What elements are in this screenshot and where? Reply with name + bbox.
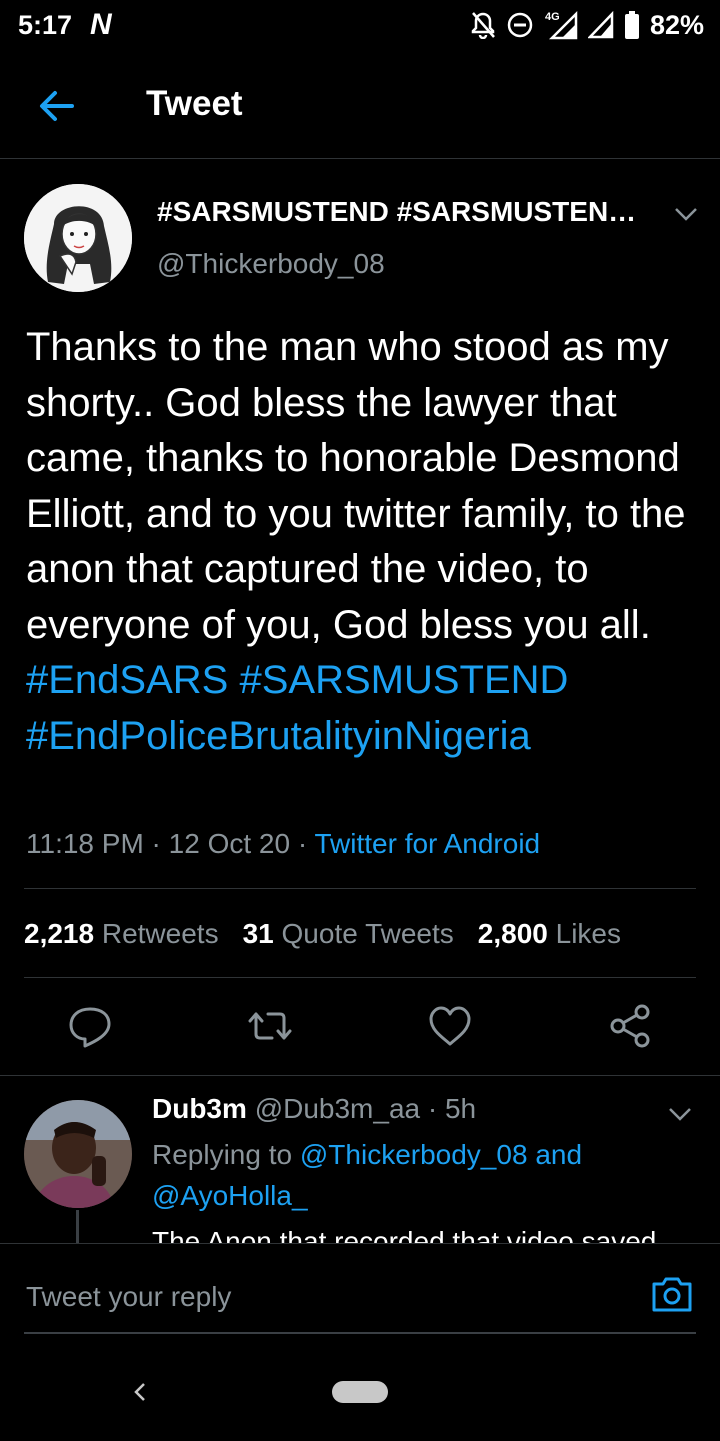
hashtag-link[interactable]: #SARSMUSTEND (239, 658, 568, 702)
retweets-label: Retweets (101, 918, 219, 949)
page-title: Tweet (146, 84, 243, 123)
chevron-down-icon[interactable] (672, 204, 700, 224)
do-not-disturb-icon (507, 12, 533, 38)
hashtag-link[interactable]: #EndSARS (26, 658, 228, 702)
reply-author-avatar[interactable] (24, 1100, 132, 1208)
app-header: Tweet (0, 52, 720, 159)
tweet-body: Thanks to the man who stood as my shorty… (26, 320, 696, 764)
share-icon[interactable] (604, 1000, 656, 1052)
reply-text: The Anon that recorded that video saved (152, 1226, 657, 1243)
nav-back-icon[interactable] (128, 1378, 152, 1406)
mention-link[interactable]: @Thickerbody_08 (300, 1139, 528, 1170)
status-icons: 4G 82% (470, 9, 704, 41)
battery-percent: 82% (649, 9, 704, 40)
status-bar: 5:17 N 4G 82% (0, 0, 720, 52)
meta-separator: · (143, 828, 169, 859)
composer-underline (24, 1332, 696, 1334)
mute-bell-icon (471, 12, 495, 39)
like-icon[interactable] (424, 1000, 476, 1052)
retweet-icon[interactable] (244, 1000, 296, 1052)
reply-icon[interactable] (64, 1000, 116, 1052)
reply-time: 5h (444, 1093, 477, 1124)
tweet-text: Thanks to the man who stood as my shorty… (26, 325, 686, 647)
reply-author-name[interactable]: Dub3m (152, 1093, 247, 1124)
svg-text:4G: 4G (545, 11, 560, 23)
nav-home-pill[interactable] (332, 1381, 388, 1403)
notification-n-icon: N (90, 8, 112, 41)
camera-icon[interactable] (650, 1274, 694, 1314)
quotes-label: Quote Tweets (281, 918, 454, 949)
battery-icon (624, 11, 639, 39)
divider (0, 1075, 720, 1076)
reply-author-handle[interactable]: @Dub3m_aa (255, 1093, 420, 1124)
meta-separator: · (290, 828, 315, 859)
author-display-name[interactable]: #SARSMUSTEND #SARSMUSTEN… (157, 196, 636, 228)
chevron-down-icon[interactable] (666, 1104, 694, 1124)
divider (24, 888, 696, 889)
tweet-date: 12 Oct 20 (168, 828, 291, 859)
reply-input[interactable] (24, 1266, 628, 1328)
signal-icon (587, 11, 614, 39)
signal-4g-icon: 4G (545, 10, 578, 40)
avatar-photo (24, 1100, 132, 1208)
retweets-stat[interactable]: 2,218 Retweets (24, 918, 219, 950)
tweet-meta: 11:18 PM · 12 Oct 20 · Twitter for Andro… (26, 828, 540, 860)
replying-prefix: Replying to (152, 1139, 293, 1170)
author-handle[interactable]: @Thickerbody_08 (157, 248, 385, 280)
likes-count: 2,800 (477, 918, 548, 949)
tweet-source-link[interactable]: Twitter for Android (314, 828, 540, 859)
mention-link[interactable]: @AyoHolla_ (152, 1180, 308, 1211)
likes-label: Likes (555, 918, 622, 949)
and-text[interactable]: and (535, 1139, 582, 1170)
status-time: 5:17 (18, 10, 73, 40)
tweet-time: 11:18 PM (26, 828, 144, 859)
retweets-count: 2,218 (24, 918, 95, 949)
quote-tweets-stat[interactable]: 31 Quote Tweets (243, 918, 454, 950)
quotes-count: 31 (242, 918, 274, 949)
replying-to: Replying to @Thickerbody_08 and @AyoHoll… (152, 1134, 692, 1216)
reply-separator: · (420, 1093, 445, 1124)
divider (24, 977, 696, 978)
avatar-illustration (24, 184, 132, 292)
tweet-action-bar (0, 1000, 720, 1056)
reply-header: Dub3m @Dub3m_aa · 5h (152, 1093, 476, 1125)
hashtag-link[interactable]: #EndPoliceBrutalityinNigeria (26, 714, 531, 758)
tweet-stats: 2,218 Retweets 31 Quote Tweets 2,800 Lik… (24, 918, 621, 950)
author-avatar[interactable] (24, 184, 132, 292)
likes-stat[interactable]: 2,800 Likes (478, 918, 621, 950)
reply-composer (0, 1243, 720, 1441)
arrow-left-icon[interactable] (36, 86, 76, 126)
